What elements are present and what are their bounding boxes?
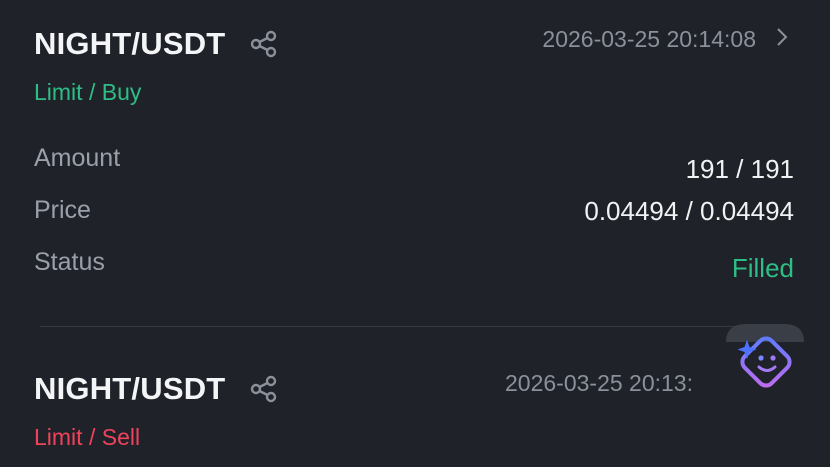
order-card[interactable]: NIGHT/USDT 2026-03-25 20:14:08 Limit / B… bbox=[0, 0, 830, 320]
amount-label: Amount bbox=[34, 144, 121, 172]
order-type: Limit / Sell bbox=[34, 424, 141, 450]
order-card[interactable]: NIGHT/USDT 2026-03-25 20:13: Limit / Sel… bbox=[0, 350, 830, 467]
trading-pair: NIGHT/USDT bbox=[34, 26, 226, 61]
price-value: 0.04494 / 0.04494 bbox=[584, 196, 794, 226]
amount-value: 191 / 191 bbox=[685, 154, 794, 184]
order-datetime: 2026-03-25 20:14:08 bbox=[542, 26, 756, 52]
order-datetime: 2026-03-25 20:13: bbox=[505, 370, 693, 396]
divider bbox=[40, 326, 790, 327]
status-value: Filled bbox=[731, 253, 794, 283]
share-icon[interactable] bbox=[248, 373, 280, 405]
share-icon[interactable] bbox=[248, 28, 280, 60]
trading-pair: NIGHT/USDT bbox=[34, 371, 226, 406]
chevron-right-icon[interactable] bbox=[772, 26, 792, 48]
order-type: Limit / Buy bbox=[34, 79, 142, 105]
order-history-screen: NIGHT/USDT 2026-03-25 20:14:08 Limit / B… bbox=[0, 0, 830, 467]
status-label: Status bbox=[34, 248, 105, 276]
price-label: Price bbox=[34, 196, 91, 224]
ai-assistant-icon[interactable] bbox=[722, 322, 808, 396]
